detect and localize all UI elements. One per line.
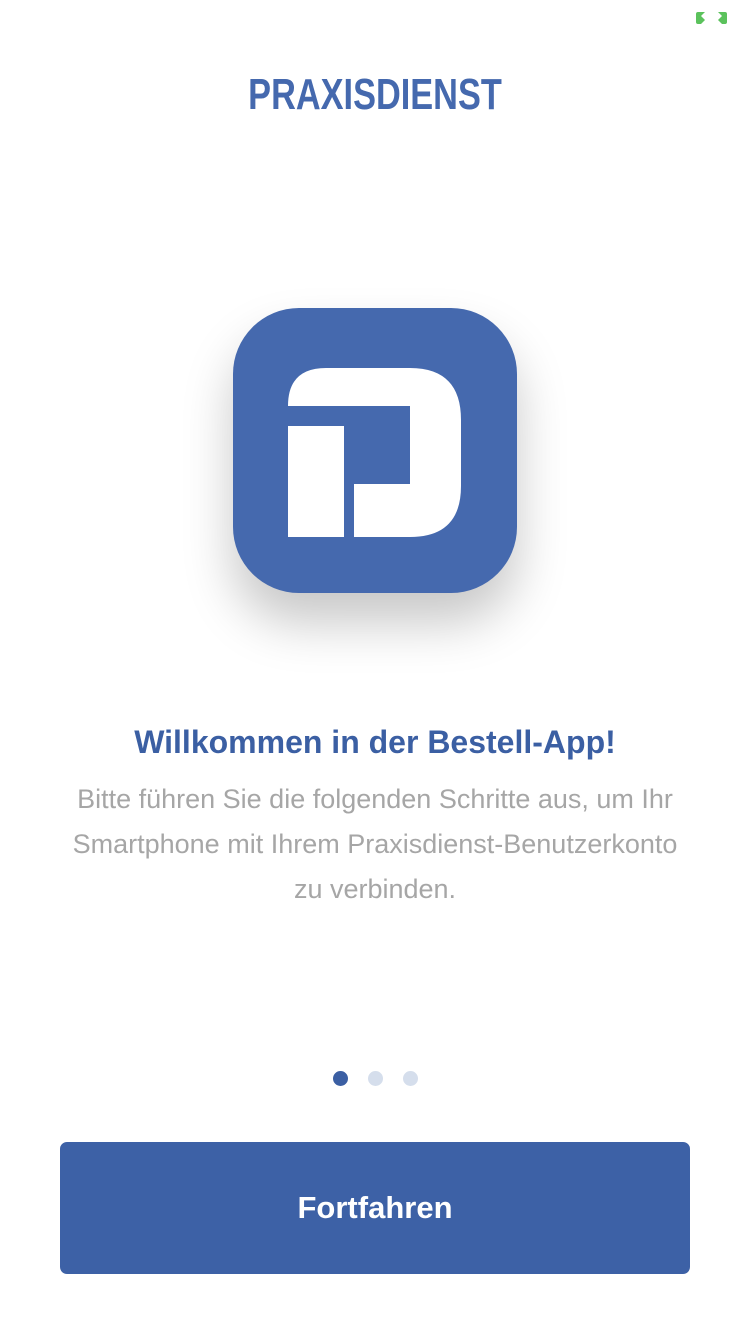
continue-button[interactable]: Fortfahren xyxy=(60,1142,690,1274)
page-dot-2[interactable] xyxy=(367,1071,383,1086)
fullscreen-toggle-icon[interactable] xyxy=(695,11,728,28)
page-indicator xyxy=(0,1071,750,1087)
welcome-description: Bitte führen Sie die folgenden Schritte … xyxy=(72,784,678,904)
brand-title: PRAXISDIENST xyxy=(248,70,502,119)
welcome-title: Willkommen in der Bestell-App! xyxy=(134,724,616,760)
page-dot-3[interactable] xyxy=(402,1071,418,1086)
page-dot-1[interactable] xyxy=(332,1071,348,1086)
app-logo-icon xyxy=(233,308,517,593)
